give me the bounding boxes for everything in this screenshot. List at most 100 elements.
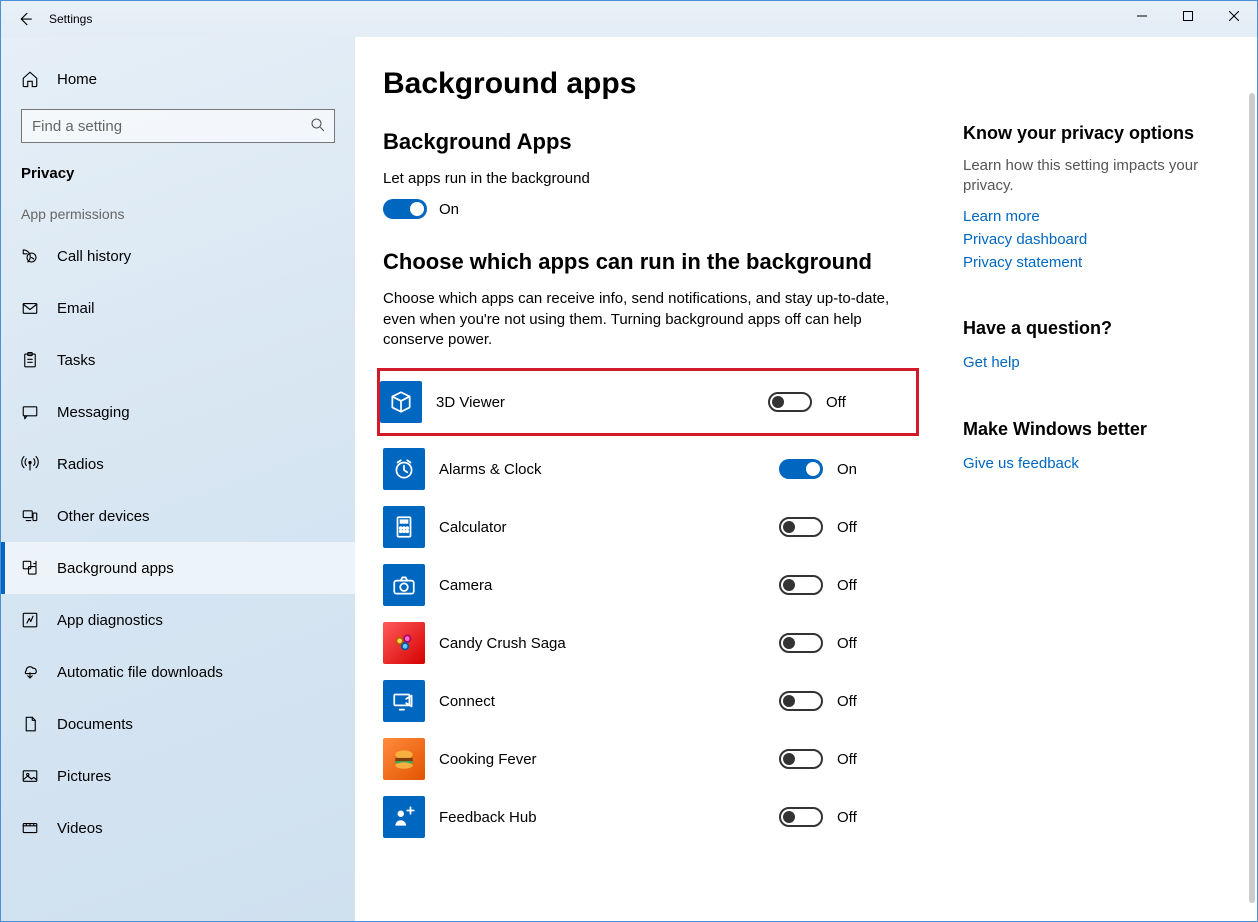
app-name: Cooking Fever [439, 751, 765, 768]
app-row: Connect Off [383, 672, 919, 730]
pictures-icon [21, 767, 39, 785]
close-button[interactable] [1211, 1, 1257, 31]
app-toggle[interactable] [779, 459, 823, 479]
maximize-button[interactable] [1165, 1, 1211, 31]
page-title: Background apps [383, 67, 919, 101]
app-row: Feedback Hub Off [383, 788, 919, 846]
category-label: Privacy [1, 157, 355, 206]
privacy-statement-link[interactable]: Privacy statement [963, 251, 1237, 274]
app-toggle-wrap: Off [779, 633, 919, 653]
sidebar-item-label: Pictures [57, 768, 111, 785]
get-help-link[interactable]: Get help [963, 351, 1237, 374]
app-toggle-label: On [837, 461, 857, 478]
app-row: Camera Off [383, 556, 919, 614]
documents-icon [21, 715, 39, 733]
sidebar-item-label: Automatic file downloads [57, 664, 223, 681]
app-toggle-label: Off [837, 751, 857, 768]
scrollbar[interactable] [1249, 93, 1255, 903]
search-input[interactable] [21, 109, 335, 143]
sidebar-item-label: Call history [57, 248, 131, 265]
question-block: Have a question? Get help [963, 318, 1237, 374]
window-title: Settings [49, 12, 92, 26]
main-column: Background apps Background Apps Let apps… [383, 67, 943, 921]
sidebar-item-documents[interactable]: Documents [1, 698, 355, 750]
app-icon-connect [383, 680, 425, 722]
app-name: 3D Viewer [436, 394, 754, 411]
videos-icon [21, 819, 39, 837]
sidebar-item-background-apps[interactable]: Background apps [1, 542, 355, 594]
app-toggle[interactable] [779, 633, 823, 653]
app-diagnostics-icon [21, 611, 39, 629]
messaging-icon [21, 403, 39, 421]
feedback-link[interactable]: Give us feedback [963, 452, 1237, 475]
sidebar-item-radios[interactable]: Radios [1, 438, 355, 490]
master-toggle-row: On [383, 199, 919, 219]
home-button[interactable]: Home [1, 59, 355, 99]
sidebar-item-call-history[interactable]: Call history [1, 230, 355, 282]
privacy-heading: Know your privacy options [963, 123, 1237, 144]
app-toggle-label: Off [837, 519, 857, 536]
section2-title: Choose which apps can run in the backgro… [383, 249, 919, 275]
sidebar-item-label: Email [57, 300, 95, 317]
app-toggle[interactable] [768, 392, 812, 412]
app-toggle[interactable] [779, 749, 823, 769]
sidebar-item-label: Radios [57, 456, 104, 473]
app-row: Calculator Off [383, 498, 919, 556]
back-arrow-icon [16, 10, 34, 28]
master-toggle[interactable] [383, 199, 427, 219]
home-icon [21, 70, 39, 88]
privacy-block: Know your privacy options Learn how this… [963, 123, 1237, 274]
app-toggle[interactable] [779, 575, 823, 595]
sidebar-item-app-diagnostics[interactable]: App diagnostics [1, 594, 355, 646]
minimize-button[interactable] [1119, 1, 1165, 31]
app-icon-clock [383, 448, 425, 490]
sidebar-item-downloads[interactable]: Automatic file downloads [1, 646, 355, 698]
app-toggle-label: Off [837, 577, 857, 594]
app-toggle[interactable] [779, 807, 823, 827]
app-toggle[interactable] [779, 517, 823, 537]
sidebar-item-label: Background apps [57, 560, 174, 577]
app-name: Camera [439, 577, 765, 594]
app-name: Alarms & Clock [439, 461, 765, 478]
app-row: Candy Crush Saga Off [383, 614, 919, 672]
app-icon-calculator [383, 506, 425, 548]
search-wrap [1, 99, 355, 157]
app-toggle-wrap: Off [768, 392, 908, 412]
section1-title: Background Apps [383, 129, 919, 155]
sidebar-item-pictures[interactable]: Pictures [1, 750, 355, 802]
home-label: Home [57, 71, 97, 88]
app-name: Candy Crush Saga [439, 635, 765, 652]
sidebar-item-email[interactable]: Email [1, 282, 355, 334]
app-list: 3D Viewer Off Alarms & Clock On Calculat… [383, 368, 919, 846]
window-body: Home Privacy App permissions Call histor… [1, 37, 1257, 921]
app-row: Cooking Fever Off [383, 730, 919, 788]
back-button[interactable] [1, 1, 49, 37]
side-column: Know your privacy options Learn how this… [943, 67, 1237, 921]
question-heading: Have a question? [963, 318, 1237, 339]
sidebar-item-tasks[interactable]: Tasks [1, 334, 355, 386]
downloads-icon [21, 663, 39, 681]
app-toggle-label: Off [837, 809, 857, 826]
search-icon [309, 116, 327, 139]
sidebar-item-messaging[interactable]: Messaging [1, 386, 355, 438]
privacy-dashboard-link[interactable]: Privacy dashboard [963, 228, 1237, 251]
app-toggle[interactable] [779, 691, 823, 711]
background-apps-icon [21, 559, 39, 577]
app-icon-camera [383, 564, 425, 606]
app-toggle-wrap: Off [779, 691, 919, 711]
radios-icon [21, 455, 39, 473]
sidebar-item-other-devices[interactable]: Other devices [1, 490, 355, 542]
learn-more-link[interactable]: Learn more [963, 205, 1237, 228]
app-name: Calculator [439, 519, 765, 536]
app-toggle-label: Off [826, 394, 846, 411]
sidebar-item-videos[interactable]: Videos [1, 802, 355, 854]
nav-list: Call history Email Tasks Messaging Radio… [1, 230, 355, 854]
settings-window: Settings Home Pr [0, 0, 1258, 922]
tasks-icon [21, 351, 39, 369]
window-controls [1119, 1, 1257, 31]
highlight-annotation: 3D Viewer Off [377, 368, 919, 436]
sidebar-item-label: Messaging [57, 404, 130, 421]
app-toggle-label: Off [837, 693, 857, 710]
section2-desc: Choose which apps can receive info, send… [383, 289, 919, 350]
app-icon-burger [383, 738, 425, 780]
